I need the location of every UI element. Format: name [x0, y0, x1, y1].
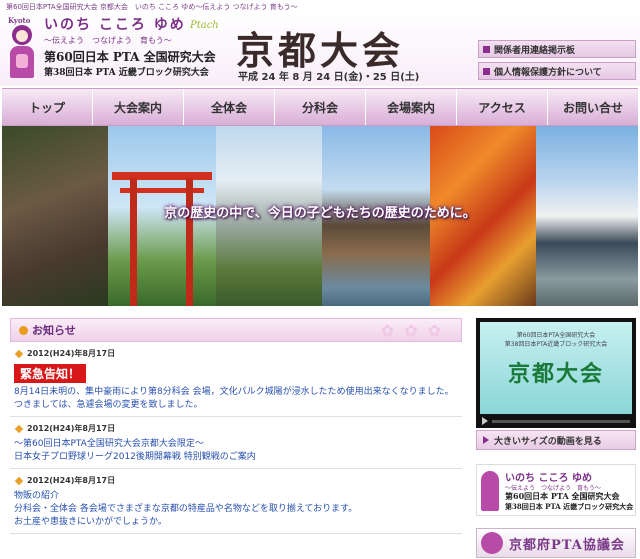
torii-beam-top	[112, 172, 212, 180]
mascot-icon	[481, 471, 499, 511]
sakura-decoration-icon: ✿✿✿	[380, 321, 451, 340]
kyoto-pta-emblem-icon	[481, 532, 503, 554]
ptach-logo: Ptach	[190, 20, 219, 31]
mascot-face	[16, 30, 28, 42]
diamond-bullet-icon	[14, 476, 24, 485]
news-item: 2012(H24)年8月17日 緊急告知！ 8月14日未明の、集中豪雨により第8…	[10, 342, 462, 417]
bulletin-board-label: 関係者用連絡掲示板	[494, 45, 576, 56]
square-bullet-icon	[483, 45, 490, 53]
nav-venue-info[interactable]: 会場案内	[366, 89, 457, 125]
top-strip: 第60回日本PTA全国研究大会 京都大会 いのち こころ ゆめ〜伝えよう つなげ…	[6, 3, 298, 11]
news-link[interactable]: つきましては、急遽会場の変更を致しました。	[14, 399, 458, 412]
news-date-text: 2012(H24)年8月17日	[27, 424, 116, 433]
news-item: 2012(H24)年8月17日 〜第60回日本PTA全国研究大会京都大会限定〜 …	[10, 417, 462, 469]
conference-banner[interactable]: いのち こころ ゆめ 〜伝えよう つなげよう 育もう〜 第60回日本 PTA 全…	[476, 464, 636, 516]
header-side-links: 関係者用連絡掲示板 個人情報保護方針について	[478, 40, 636, 84]
nav-event-info[interactable]: 大会案内	[93, 89, 184, 125]
nav-contact[interactable]: お問い合せ	[548, 89, 638, 125]
kyoto-pta-banner[interactable]: 京都府PTA協議会	[476, 528, 636, 558]
news-link[interactable]: 物販の紹介	[14, 490, 458, 503]
banner-conference-line-2: 第38回日本 PTA 近畿ブロック研究大会	[505, 502, 634, 511]
hero-caption: 京の歴史の中で、今日の子どもたちの歴史のために。	[164, 206, 476, 221]
play-icon[interactable]	[482, 417, 488, 425]
video-seek-bar[interactable]	[492, 419, 630, 423]
hero-banner: 京の歴史の中で、今日の子どもたちの歴史のために。	[2, 126, 638, 306]
news-link[interactable]: 8月14日未明の、集中豪雨により第8分科会 会場，文化パルク城陽が浸水したため使…	[14, 386, 458, 399]
news-date-text: 2012(H24)年8月17日	[27, 476, 116, 485]
right-sidebar: 第60回日本PTA全国研究大会 第38回日本PTA近畿ブロック研究大会 京都大会…	[476, 318, 636, 558]
site-header: Kyoto いのち こころ ゆめ 〜伝えよう つなげよう 育もう〜 第60回日本…	[0, 12, 640, 86]
video-small-text-2: 第38回日本PTA近畿ブロック研究大会	[504, 341, 608, 348]
torii-pillar-left	[130, 178, 137, 306]
news-section: お知らせ ✿✿✿ 2012(H24)年8月17日 緊急告知！ 8月14日未明の、…	[10, 318, 462, 559]
news-link[interactable]: 分科会・全体会 各会場でさまざまな京都の特産品や名物などを取り揃えております。	[14, 503, 458, 516]
square-bullet-icon	[483, 67, 490, 75]
banner-conference-line-1: 第60回日本 PTA 全国研究大会	[505, 491, 620, 501]
mascot-sleeve	[16, 54, 28, 68]
privacy-policy-label: 個人情報保護方針について	[494, 67, 602, 78]
news-date: 2012(H24)年8月17日	[14, 423, 458, 434]
news-date-text: 2012(H24)年8月17日	[27, 349, 116, 358]
news-date: 2012(H24)年8月17日	[14, 348, 458, 359]
news-heading-bar: お知らせ ✿✿✿	[10, 318, 462, 342]
nav-top[interactable]: トップ	[2, 89, 93, 125]
conference-line-1: 第60回日本 PTA 全国研究大会	[44, 50, 216, 64]
urgent-notice-badge: 緊急告知！	[14, 364, 87, 383]
mascot-logo[interactable]: Kyoto	[8, 16, 38, 80]
bigger-video-label: 大きいサイズの動画を見る	[494, 436, 602, 447]
video-player[interactable]: 第60回日本PTA全国研究大会 第38回日本PTA近畿ブロック研究大会 京都大会	[476, 318, 636, 428]
nav-access[interactable]: アクセス	[457, 89, 548, 125]
torii-pillar-right	[186, 178, 193, 306]
privacy-policy-link[interactable]: 個人情報保護方針について	[478, 62, 636, 80]
page-title: 京都大会	[236, 28, 405, 73]
news-link[interactable]: お土産や患抜きにいかがでしょうか。	[14, 516, 458, 529]
video-title: 京都大会	[507, 361, 604, 387]
news-date: 2012(H24)年8月17日	[14, 475, 458, 486]
triangle-arrow-icon	[483, 436, 489, 444]
kyoto-badge: Kyoto	[8, 16, 31, 25]
nav-general-assembly[interactable]: 全体会	[184, 89, 275, 125]
nav-sectional-meetings[interactable]: 分科会	[275, 89, 366, 125]
diamond-bullet-icon	[14, 349, 24, 358]
news-heading: お知らせ	[32, 324, 76, 337]
orange-dot-icon	[19, 325, 28, 335]
kyoto-pta-label: 京都府PTA協議会	[509, 537, 625, 553]
video-small-text-1: 第60回日本PTA全国研究大会	[516, 332, 596, 339]
news-link[interactable]: 〜第60回日本PTA全国研究大会京都大会限定〜	[14, 438, 458, 451]
main-nav: トップ 大会案内 全体会 分科会 会場案内 アクセス お問い合せ	[2, 88, 638, 126]
conference-line-2: 第38回日本 PTA 近畿ブロック研究大会	[44, 68, 209, 78]
bulletin-board-link[interactable]: 関係者用連絡掲示板	[478, 40, 636, 58]
news-link[interactable]: 日本女子プロ野球リーグ2012後期開幕戦 特別観戦のご案内	[14, 451, 458, 464]
slogan-sub: 〜伝えよう つなげよう 育もう〜	[44, 36, 172, 45]
event-date: 平成 24 年 8 月 24 日(金)・25 日(土)	[238, 72, 420, 83]
video-controls	[480, 416, 632, 426]
news-item: 2012(H24)年8月17日 物販の紹介 分科会・全体会 各会場でさまざまな京…	[10, 469, 462, 534]
diamond-bullet-icon	[14, 424, 24, 433]
bigger-video-link[interactable]: 大きいサイズの動画を見る	[476, 430, 636, 450]
banner-slogan-main: いのち こころ ゆめ	[505, 473, 592, 484]
video-screen[interactable]: 第60回日本PTA全国研究大会 第38回日本PTA近畿ブロック研究大会 京都大会	[480, 322, 632, 414]
